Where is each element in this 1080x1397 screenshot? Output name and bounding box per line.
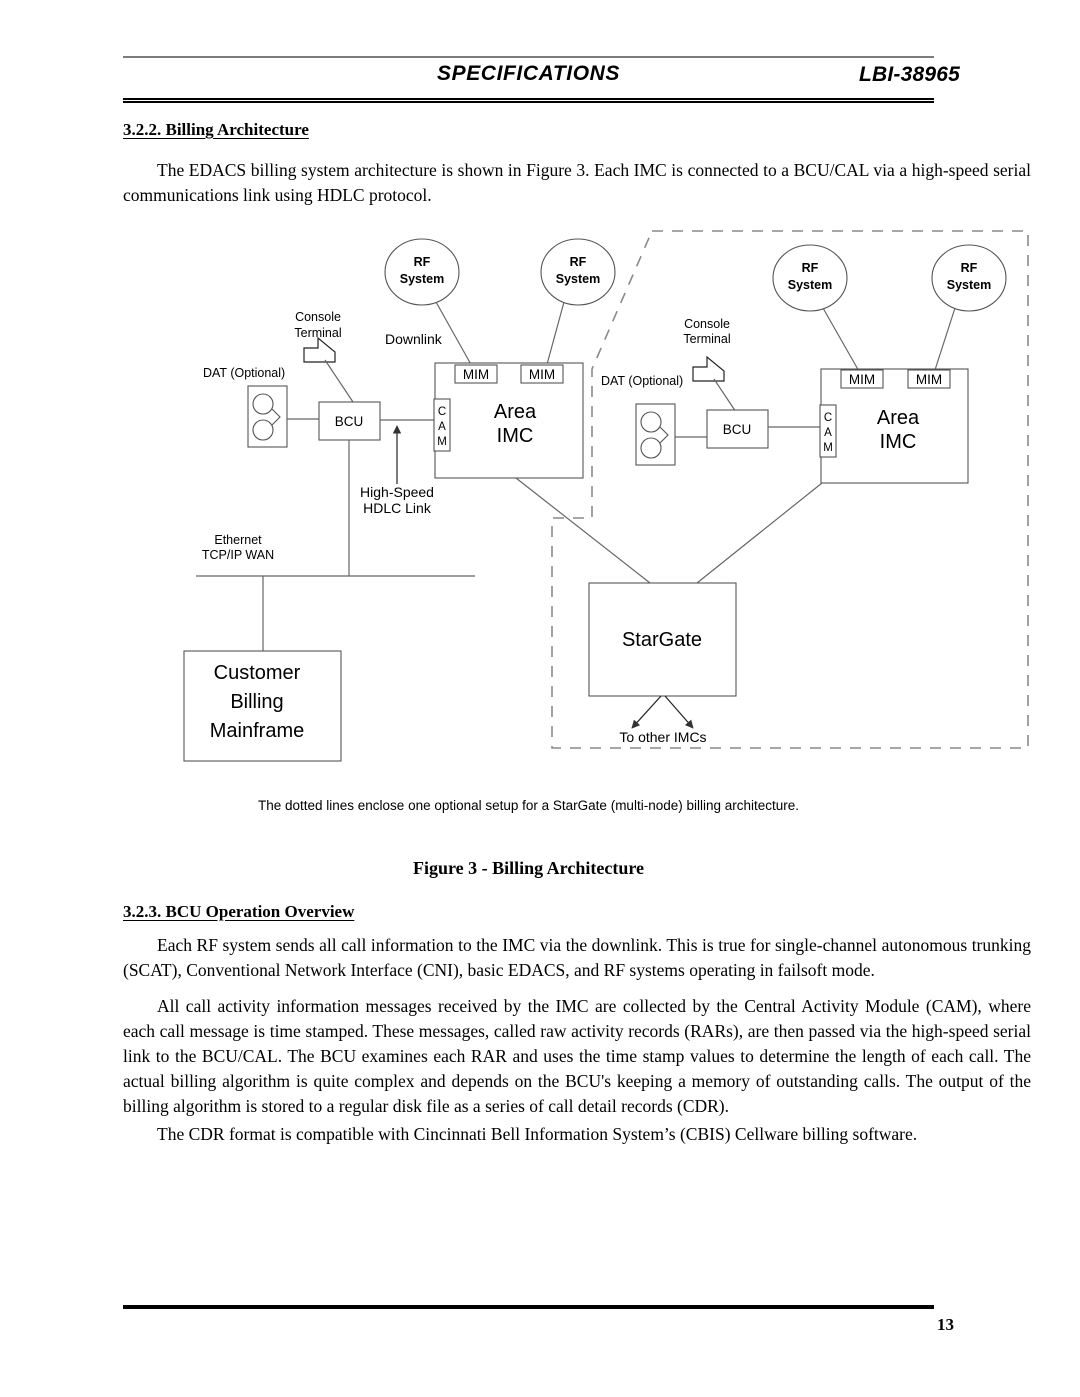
downlink-line-left-2 (545, 301, 565, 369)
dat-label-right: DAT (Optional) (601, 374, 683, 388)
mim-label-right-1: MIM (849, 372, 875, 387)
mim-label-right-2: MIM (916, 372, 942, 387)
cam-label-left-a: A (438, 421, 446, 433)
dat-label-left: DAT (Optional) (203, 366, 285, 380)
area-imc-label-right-line2: IMC (880, 431, 917, 453)
console-terminal-label-right-line1: Console (684, 317, 730, 331)
console-terminal-link-left (324, 359, 356, 406)
mainframe-label-line2: Billing (230, 691, 283, 713)
cam-label-right-c: C (824, 412, 832, 424)
dat-device-left (247, 385, 288, 448)
dat-device-right (635, 403, 676, 466)
to-other-imcs-label: To other IMCs (619, 729, 706, 745)
console-terminal-icon-left (303, 336, 336, 363)
figure-3-diagram: RF System RF System Console Terminal Dow… (0, 0, 1080, 800)
rf-system-label-right-1-line2: System (788, 278, 832, 292)
area-imc-label-left-line2: IMC (497, 425, 534, 447)
rf-system-label-left-1-line2: System (400, 272, 444, 286)
imc-right-stargate-link (696, 482, 823, 584)
rf-system-label-left-2-line2: System (556, 272, 600, 286)
stargate-label: StarGate (622, 629, 702, 651)
area-imc-label-left-line1: Area (494, 401, 537, 423)
cam-label-right-m: M (823, 442, 833, 454)
cam-label-right-a: A (824, 427, 832, 439)
ethernet-label-line2: TCP/IP WAN (202, 548, 274, 562)
document-page: SPECIFICATIONS LBI-38965 3.2.2. Billing … (0, 0, 1080, 1397)
mim-label-left-2: MIM (529, 367, 555, 382)
rf-system-label-right-1-line1: RF (802, 261, 819, 275)
downlink-line-right-2 (933, 307, 956, 374)
figure-caption: Figure 3 - Billing Architecture (413, 858, 644, 878)
paragraph-3-2-3-1: Each RF system sends all call informatio… (123, 935, 1031, 980)
mim-label-left-1: MIM (463, 367, 489, 382)
hdlc-label-line2: HDLC Link (363, 500, 432, 516)
stargate-arrow-left (631, 695, 662, 729)
mainframe-label-line1: Customer (214, 662, 301, 684)
ethernet-label-line1: Ethernet (214, 533, 262, 547)
bcu-label-right: BCU (723, 422, 752, 437)
rf-system-label-right-2-line2: System (947, 278, 991, 292)
paragraph-3-2-3-3: The CDR format is compatible with Cincin… (157, 1124, 918, 1144)
rf-system-label-left-2-line1: RF (570, 255, 587, 269)
console-terminal-label-left-line1: Console (295, 310, 341, 324)
page-number: 13 (937, 1315, 954, 1334)
mainframe-label-line3: Mainframe (210, 720, 304, 742)
cam-label-left-m: M (437, 436, 447, 448)
heading-3-2-3: 3.2.3. BCU Operation Overview (123, 902, 355, 921)
console-terminal-icon-right (692, 355, 725, 382)
rf-system-label-left-1-line1: RF (414, 255, 431, 269)
console-terminal-label-right-line2: Terminal (683, 332, 730, 346)
footer-rule (123, 1305, 934, 1309)
console-terminal-label-left-line2: Terminal (294, 326, 341, 340)
imc-left-stargate-link (515, 477, 651, 584)
paragraph-3-2-3-2: All call activity information messages r… (123, 996, 1031, 1116)
cam-label-left-c: C (438, 406, 446, 418)
rf-system-label-right-2-line1: RF (961, 261, 978, 275)
stargate-arrow-right (664, 695, 694, 729)
area-imc-label-right-line1: Area (877, 407, 920, 429)
downlink-line-right-1 (822, 307, 861, 374)
downlink-label: Downlink (385, 331, 443, 347)
bcu-label-left: BCU (335, 414, 364, 429)
hdlc-label-line1: High-Speed (360, 484, 434, 500)
figure-note: The dotted lines enclose one optional se… (257, 798, 800, 813)
